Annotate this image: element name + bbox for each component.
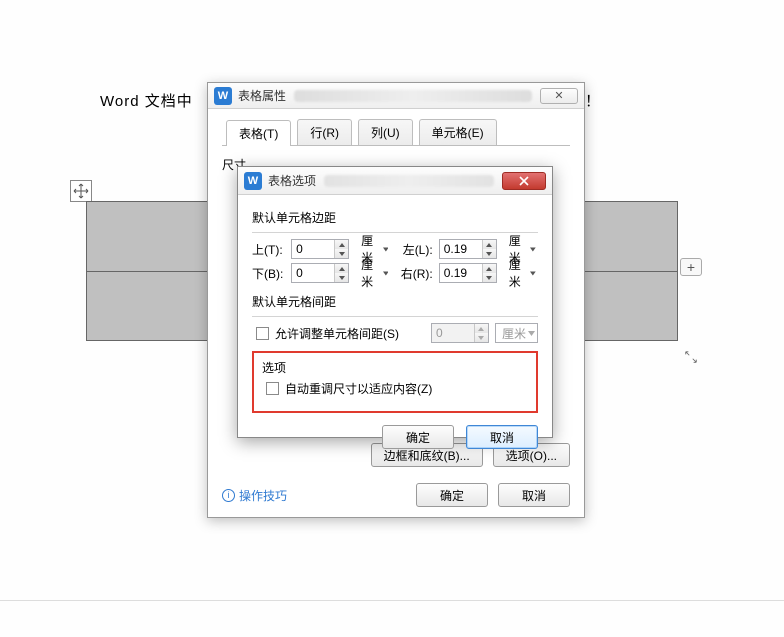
titlebar-blur [294,90,532,102]
spacing-value [432,324,474,342]
add-column-button[interactable]: + [680,258,702,276]
stepper-buttons[interactable] [334,264,348,282]
table-move-handle-icon[interactable] [70,180,92,202]
right-margin-input[interactable] [439,263,497,283]
step-up-icon[interactable] [335,240,348,249]
allow-spacing-checkbox[interactable] [256,327,269,340]
resize-diagonal-icon[interactable] [680,350,702,364]
step-up-icon[interactable] [335,264,348,273]
left-margin-value[interactable] [440,240,482,258]
spacing-unit-dropdown: 厘米 [495,323,538,343]
wps-app-icon: W [214,87,232,105]
bottom-unit-dropdown[interactable]: 厘米 [355,263,390,283]
right-margin-value[interactable] [440,264,482,282]
bottom-margin-label: 下(B): [252,265,285,282]
step-up-icon[interactable] [483,240,496,249]
divider [252,316,538,317]
stepper-buttons [474,324,488,342]
wps-app-icon: W [244,172,262,190]
divider [252,232,538,233]
step-up-icon[interactable] [483,264,496,273]
properties-cancel-button[interactable]: 取消 [498,483,570,507]
right-unit-dropdown[interactable]: 厘米 [503,263,538,283]
tips-link[interactable]: i 操作技巧 [222,487,287,504]
stepper-buttons[interactable] [334,240,348,258]
step-down-icon [475,333,488,342]
spacing-input [431,323,489,343]
options-cancel-button[interactable]: 取消 [466,425,538,449]
top-margin-label: 上(T): [252,241,285,258]
left-margin-label: 左(L): [396,241,432,258]
properties-ok-button[interactable]: 确定 [416,483,488,507]
tab-table[interactable]: 表格(T) [226,120,291,146]
tab-strip: 表格(T) 行(R) 列(U) 单元格(E) [222,119,570,146]
step-down-icon[interactable] [483,273,496,282]
titlebar-blur [324,175,494,187]
document-text: Word 文档中 位置了！ [100,90,193,111]
table-options-dialog: W 表格选项 默认单元格边距 上(T): 厘米 [237,166,553,438]
dialog-title: 表格属性 [238,87,286,104]
dialog-titlebar[interactable]: W 表格选项 [238,167,552,195]
left-margin-input[interactable] [439,239,497,259]
options-group-label: 选项 [262,359,528,376]
dialog-close-button[interactable]: ✕ [540,88,578,104]
step-down-icon[interactable] [335,273,348,282]
right-margin-label: 右(R): [396,265,432,282]
margins-group-label: 默认单元格边距 [252,209,538,226]
autofit-label: 自动重调尺寸以适应内容(Z) [285,380,432,397]
bottom-margin-value[interactable] [292,264,334,282]
top-margin-value[interactable] [292,240,334,258]
step-up-icon [475,324,488,333]
step-down-icon[interactable] [483,249,496,258]
info-icon: i [222,489,235,502]
tab-cell[interactable]: 单元格(E) [419,119,497,145]
stepper-buttons[interactable] [482,240,496,258]
tab-column[interactable]: 列(U) [358,119,413,145]
top-margin-input[interactable] [291,239,349,259]
options-ok-button[interactable]: 确定 [382,425,454,449]
dialog-title: 表格选项 [268,172,316,189]
step-down-icon[interactable] [335,249,348,258]
options-highlight: 选项 自动重调尺寸以适应内容(Z) [252,351,538,413]
doc-text-before: Word 文档中 [100,93,193,110]
stepper-buttons[interactable] [482,264,496,282]
allow-spacing-label: 允许调整单元格间距(S) [275,325,399,342]
tab-row[interactable]: 行(R) [297,119,352,145]
autofit-checkbox[interactable] [266,382,279,395]
bottom-margin-input[interactable] [291,263,349,283]
page-footer-divider [0,600,784,601]
spacing-group-label: 默认单元格间距 [252,293,538,310]
dialog-titlebar[interactable]: W 表格属性 ✕ [208,83,584,109]
dialog-close-button[interactable] [502,172,546,190]
